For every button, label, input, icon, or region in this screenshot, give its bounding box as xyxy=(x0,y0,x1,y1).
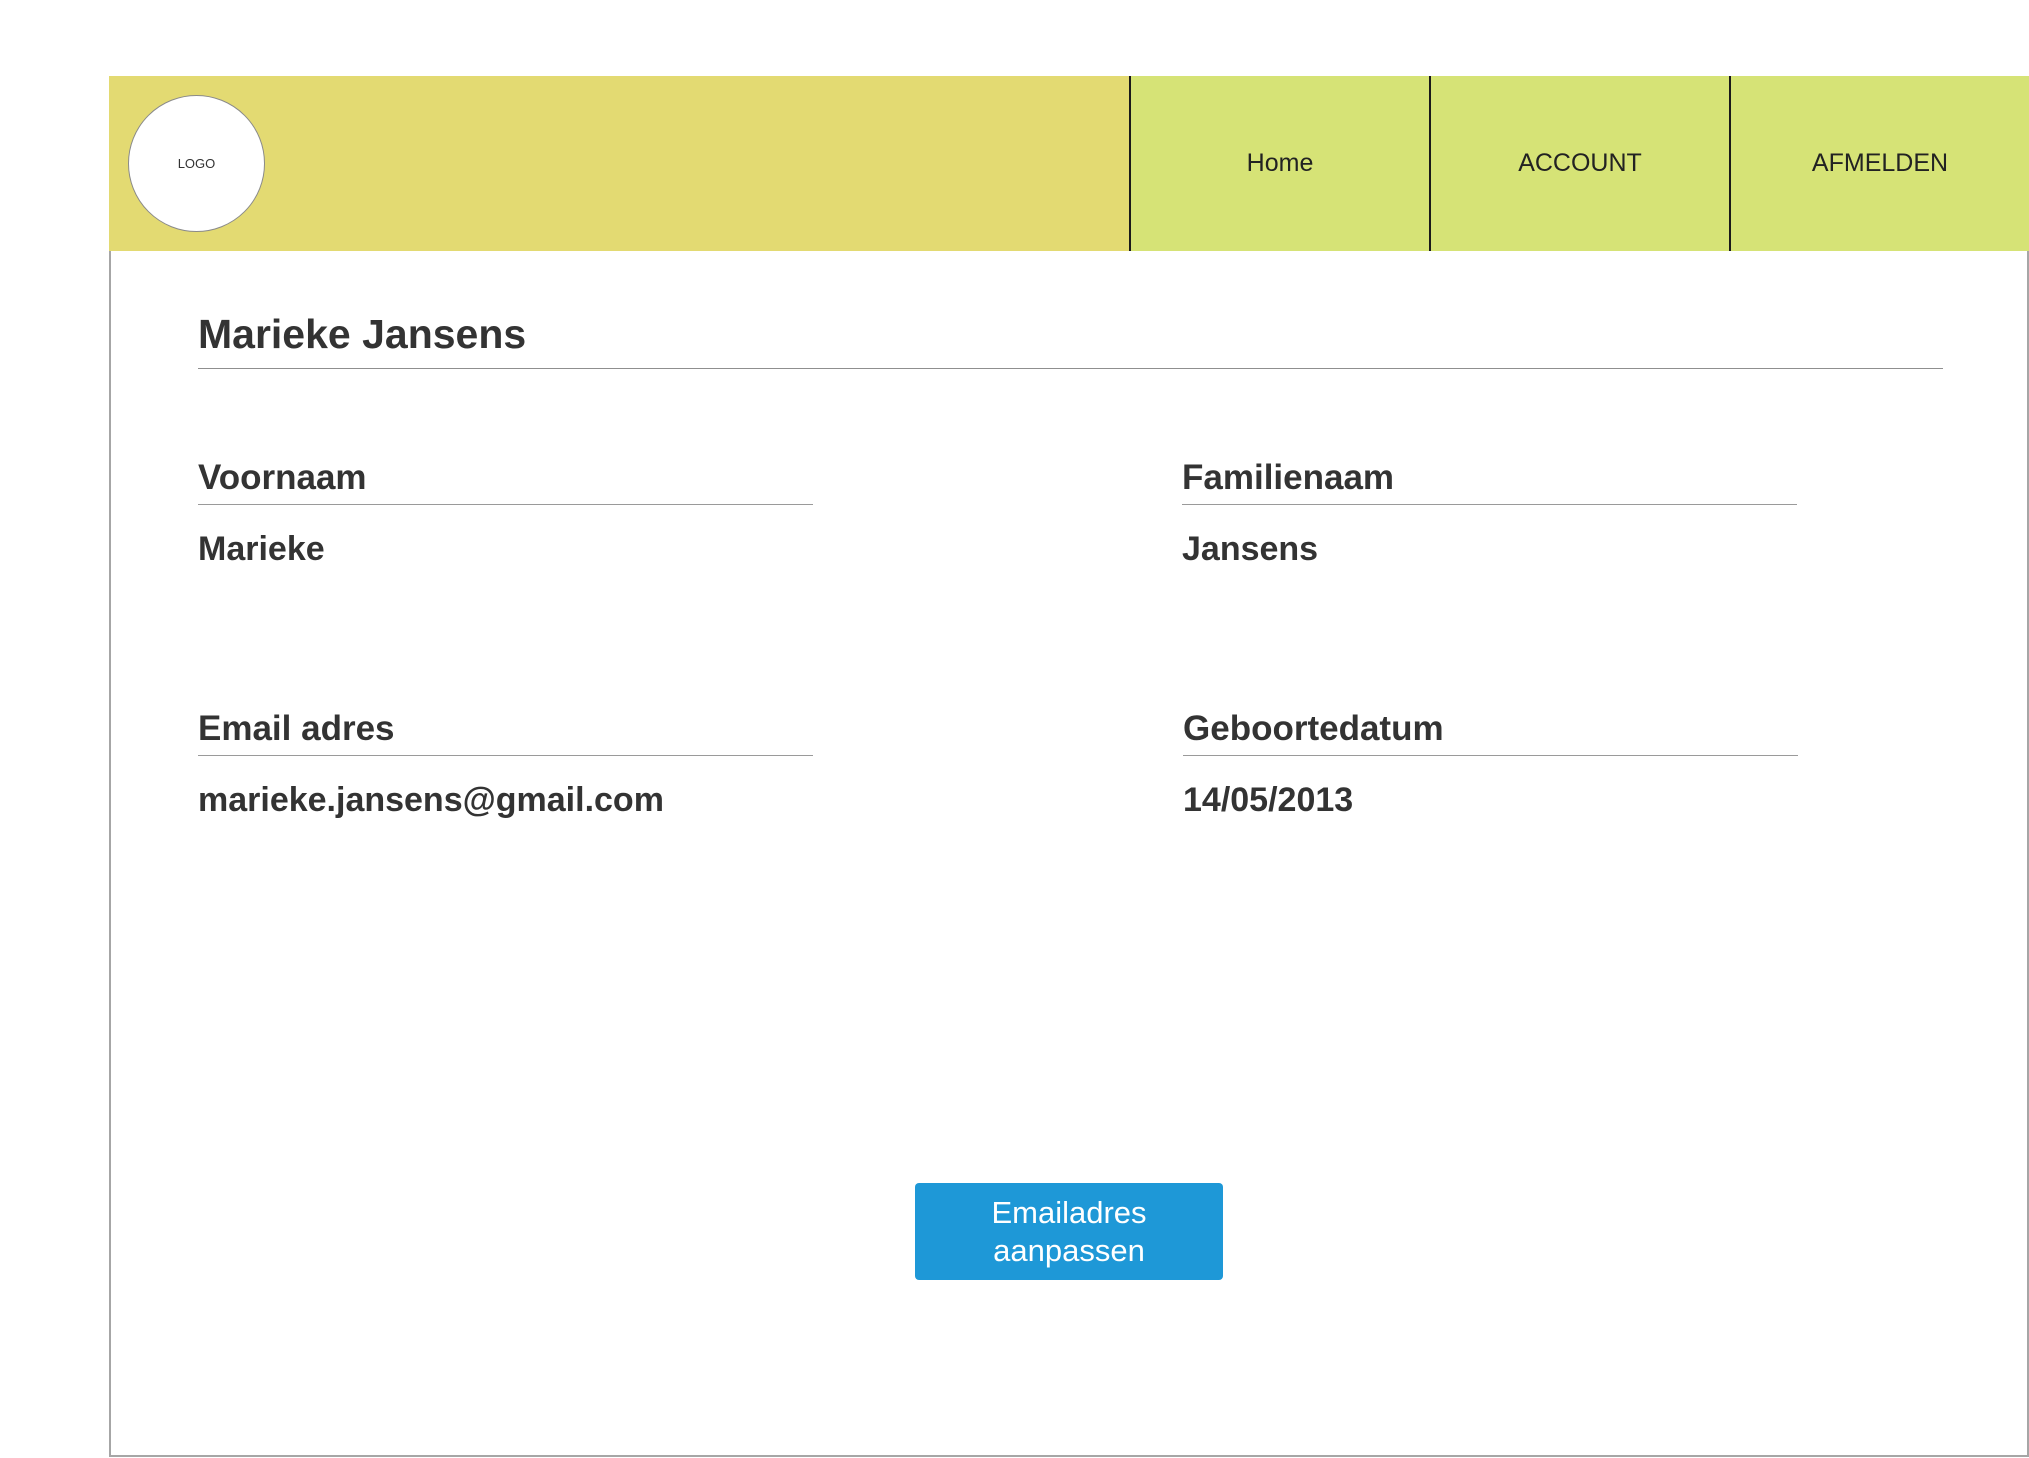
nav-home[interactable]: Home xyxy=(1129,76,1429,251)
field-label-email: Email adres xyxy=(198,711,813,756)
field-value-first-name: Marieke xyxy=(198,530,325,568)
field-value-birthdate: 14/05/2013 xyxy=(1183,781,1354,819)
title-divider xyxy=(198,368,1943,369)
field-label-last-name: Familienaam xyxy=(1182,460,1797,505)
field-value-email: marieke.jansens@gmail.com xyxy=(198,781,664,819)
logo[interactable]: LOGO xyxy=(128,95,265,232)
field-email: Email adres marieke.jansens@gmail.com xyxy=(198,711,813,817)
logo-text: LOGO xyxy=(177,156,216,171)
page-title: Marieke Jansens xyxy=(198,311,527,357)
field-last-name: Familienaam Jansens xyxy=(1182,460,1797,566)
edit-email-button[interactable]: Emailadres aanpassen xyxy=(915,1183,1223,1280)
brand-area: LOGO xyxy=(109,76,1129,251)
field-value-last-name: Jansens xyxy=(1182,530,1319,568)
main-nav: Home ACCOUNT AFMELDEN xyxy=(1129,76,2029,251)
header-bar: LOGO Home ACCOUNT AFMELDEN xyxy=(109,76,2029,251)
field-label-first-name: Voornaam xyxy=(198,460,813,505)
field-birthdate: Geboortedatum 14/05/2013 xyxy=(1183,711,1798,817)
field-first-name: Voornaam Marieke xyxy=(198,460,813,566)
nav-account[interactable]: ACCOUNT xyxy=(1429,76,1729,251)
field-label-birthdate: Geboortedatum xyxy=(1183,711,1798,756)
nav-logout[interactable]: AFMELDEN xyxy=(1729,76,2029,251)
